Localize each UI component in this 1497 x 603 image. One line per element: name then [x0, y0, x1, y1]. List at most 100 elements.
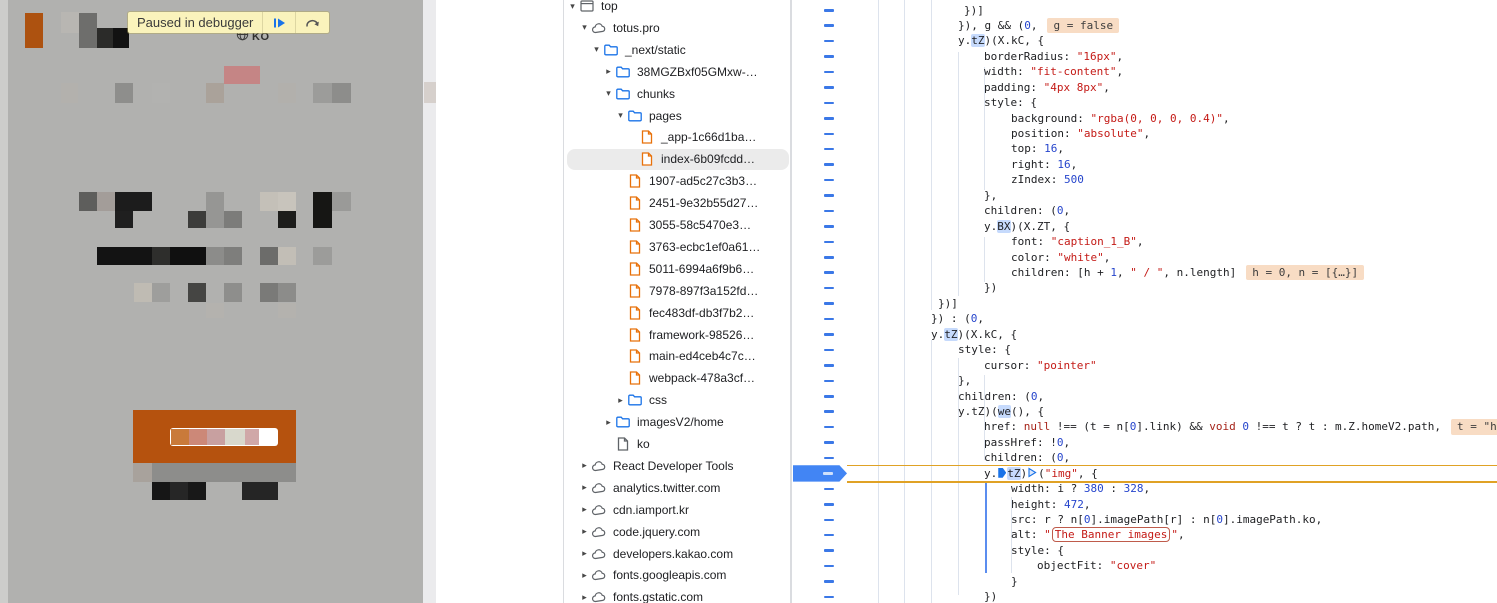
code-line[interactable]: y.tZ)(we(), {	[958, 404, 1044, 419]
code-line[interactable]: position: "absolute",	[1011, 126, 1150, 141]
code-line[interactable]: style: {	[1011, 543, 1064, 558]
tree-item-2451-9e32b55d27[interactable]: 2451-9e32b55d27…	[614, 192, 758, 214]
gutter-line-mark[interactable]	[824, 302, 834, 305]
tree-item-analytics-twitter-com[interactable]: ▸analytics.twitter.com	[578, 477, 720, 499]
gutter-line-mark[interactable]	[824, 333, 834, 336]
code-line[interactable]: }) : (0,	[931, 311, 984, 326]
code-line-current[interactable]: y.tZ)("img", {	[984, 466, 1098, 482]
code-line[interactable]: children: [h + 1, " / ", n.length]h = 0,…	[1011, 265, 1364, 280]
code-line[interactable]: },	[984, 188, 997, 203]
gutter-line-mark[interactable]	[824, 318, 834, 321]
gutter-line-mark[interactable]	[824, 410, 834, 413]
code-line[interactable]: objectFit: "cover"	[1037, 558, 1156, 573]
chevron-down-icon[interactable]: ▾	[602, 88, 615, 99]
tree-item-3055-58c5470e3[interactable]: 3055-58c5470e3…	[614, 214, 751, 236]
code-line[interactable]: alt: "The Banner images",	[1011, 527, 1185, 542]
code-line[interactable]: children: (0,	[984, 450, 1070, 465]
code-line[interactable]: zIndex: 500	[1011, 172, 1084, 187]
gutter-line-mark[interactable]	[824, 596, 834, 599]
gutter-line-mark[interactable]	[824, 133, 834, 136]
gutter-line-mark[interactable]	[824, 287, 834, 290]
chevron-right-icon[interactable]: ▸	[578, 592, 591, 603]
code-line[interactable]: },	[958, 373, 971, 388]
gutter-line-mark[interactable]	[824, 519, 834, 522]
code-line[interactable]: style: {	[958, 342, 1011, 357]
code-line[interactable]: font: "caption_1_B",	[1011, 234, 1143, 249]
gutter-line-mark[interactable]	[824, 24, 834, 27]
chevron-right-icon[interactable]: ▸	[578, 504, 591, 515]
code-line[interactable]: })]	[964, 3, 984, 18]
chevron-down-icon[interactable]: ▾	[590, 44, 603, 55]
tree-item-7978-897f3a152fd[interactable]: 7978-897f3a152fd…	[614, 280, 758, 302]
tree-item-webpack-478a3cf[interactable]: webpack-478a3cf…	[614, 367, 755, 389]
tree-item-fonts-googleapis-com[interactable]: ▸fonts.googleapis.com	[578, 564, 726, 586]
code-line[interactable]: y.BX)(X.ZT, {	[984, 219, 1070, 234]
code-line[interactable]: cursor: "pointer"	[984, 358, 1097, 373]
tree-item-3763-ecbc1ef0a61[interactable]: 3763-ecbc1ef0a61…	[614, 236, 760, 258]
gutter-line-mark[interactable]	[824, 55, 834, 58]
code-line[interactable]: borderRadius: "16px",	[984, 49, 1123, 64]
gutter-line-mark[interactable]	[824, 395, 834, 398]
tree-item-1907-ad5c27c3b3[interactable]: 1907-ad5c27c3b3…	[614, 170, 757, 192]
gutter-line-mark[interactable]	[824, 9, 834, 12]
tree-item-next-static[interactable]: ▾_next/static	[590, 39, 686, 61]
gutter-line-mark[interactable]	[824, 349, 834, 352]
resume-script-button[interactable]	[263, 12, 295, 33]
tree-item-index-6b09fcdd[interactable]: index-6b09fcdd…	[626, 148, 755, 170]
code-line[interactable]: width: i ? 380 : 328,	[1011, 481, 1150, 496]
gutter-line-mark[interactable]	[824, 380, 834, 383]
chevron-right-icon[interactable]: ▸	[602, 417, 615, 428]
tree-item-css[interactable]: ▸css	[614, 389, 667, 411]
step-over-button[interactable]	[296, 12, 329, 33]
code-line[interactable]: })	[984, 280, 997, 295]
gutter-line-mark[interactable]	[824, 457, 834, 460]
gutter-line-mark[interactable]	[824, 549, 834, 552]
gutter-line-mark[interactable]	[824, 163, 834, 166]
tree-item-main-ed4ceb4c7c[interactable]: main-ed4ceb4c7c…	[614, 345, 756, 367]
code-line[interactable]: right: 16,	[1011, 157, 1077, 172]
code-line[interactable]: padding: "4px 8px",	[984, 80, 1110, 95]
gutter-line-mark[interactable]	[824, 40, 834, 43]
gutter-line-mark[interactable]	[824, 102, 834, 105]
gutter-line-mark[interactable]	[824, 488, 834, 491]
tree-item-chunks[interactable]: ▾chunks	[602, 83, 675, 105]
code-line[interactable]: y.tZ)(X.kC, {	[931, 327, 1017, 342]
gutter-line-mark[interactable]	[824, 256, 834, 259]
gutter-line-mark[interactable]	[824, 426, 834, 429]
gutter-line-mark[interactable]	[824, 565, 834, 568]
gutter-line-mark[interactable]	[824, 364, 834, 367]
gutter-line-mark[interactable]	[824, 225, 834, 228]
code-line[interactable]: color: "white",	[1011, 250, 1110, 265]
gutter-line-mark[interactable]	[824, 179, 834, 182]
gutter-line-mark[interactable]	[824, 441, 834, 444]
tree-item-app-1c66d1ba[interactable]: _app-1c66d1ba…	[626, 126, 756, 148]
gutter-line-mark[interactable]	[824, 148, 834, 151]
tree-item-imagesv2-home[interactable]: ▸imagesV2/home	[602, 411, 724, 433]
code-line[interactable]: height: 472,	[1011, 497, 1090, 512]
gutter-line-mark[interactable]	[824, 271, 834, 274]
code-line[interactable]: children: (0,	[984, 203, 1070, 218]
code-line[interactable]: href: null !== (t = n[0].link) && void 0…	[984, 419, 1497, 434]
gutter-line-mark[interactable]	[824, 503, 834, 506]
gutter-line-mark[interactable]	[824, 534, 834, 537]
code-line[interactable]: src: r ? n[0].imagePath[r] : n[0].imageP…	[1011, 512, 1322, 527]
gutter-line-mark[interactable]	[824, 210, 834, 213]
gutter-line-mark[interactable]	[824, 241, 834, 244]
code-line[interactable]: }	[1011, 574, 1018, 589]
tree-item-pages[interactable]: ▾pages	[614, 105, 682, 127]
chevron-right-icon[interactable]: ▸	[578, 460, 591, 471]
tree-item-38mgzbxf05gmxw[interactable]: ▸38MGZBxf05GMxw-…	[602, 61, 758, 83]
tree-item-totus-pro[interactable]: ▾totus.pro	[578, 17, 660, 39]
tree-item-fonts-gstatic-com[interactable]: ▸fonts.gstatic.com	[578, 586, 703, 603]
tree-item-5011-6994a6f9b6[interactable]: 5011-6994a6f9b6…	[614, 258, 754, 280]
tree-item-cdn-iamport-kr[interactable]: ▸cdn.iamport.kr	[578, 499, 689, 521]
gutter-line-mark[interactable]	[824, 117, 834, 120]
gutter-line-mark[interactable]	[824, 71, 834, 74]
chevron-right-icon[interactable]: ▸	[602, 66, 615, 77]
chevron-down-icon[interactable]: ▾	[614, 110, 627, 121]
chevron-right-icon[interactable]: ▸	[578, 548, 591, 559]
code-line[interactable]: background: "rgba(0, 0, 0, 0.4)",	[1011, 111, 1230, 126]
tree-item-fec483df-db3f7b2[interactable]: fec483df-db3f7b2…	[614, 302, 754, 324]
tree-item-code-jquery-com[interactable]: ▸code.jquery.com	[578, 521, 700, 543]
code-line[interactable]: })]	[938, 296, 958, 311]
